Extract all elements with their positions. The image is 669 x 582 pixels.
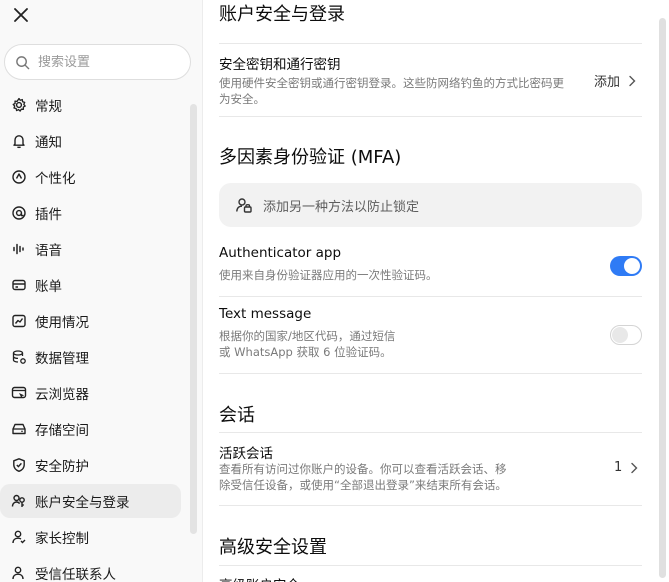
sidebar-item-label: 受信任联系人 [35, 567, 116, 582]
sidebar-item-label: 通知 [35, 135, 62, 151]
passkey-desc-line2: 为安全。 [219, 92, 265, 106]
contact-icon [10, 564, 28, 582]
shield-icon [10, 456, 28, 474]
authenticator-app-title: Authenticator app [219, 245, 342, 261]
search-box[interactable] [4, 44, 191, 80]
close-button[interactable] [10, 4, 32, 26]
close-icon [14, 8, 28, 22]
active-sessions-title: 活跃会话 [219, 446, 273, 462]
toggle-knob [612, 327, 628, 343]
active-sessions-desc-line2: 除受信任设备，或使用“全部退出登录”来结束所有会话。 [219, 478, 507, 492]
sidebar-item-cloud-browser[interactable]: 云浏览器 [0, 376, 181, 410]
divider [219, 505, 642, 506]
divider [219, 432, 642, 433]
sidebar-item-label: 云浏览器 [35, 387, 89, 403]
sidebar-item-label: 语音 [35, 243, 62, 259]
plugin-icon [10, 204, 28, 222]
sidebar-item-data-controls[interactable]: 数据管理 [0, 340, 181, 374]
sidebar-item-label: 账单 [35, 279, 62, 295]
sidebar-item-label: 账户安全与登录 [35, 495, 130, 511]
voice-icon [10, 240, 28, 258]
active-sessions-desc-line1: 查看所有访问过你账户的设备。你可以查看活跃会话、移 [219, 462, 507, 476]
sidebar-item-parental-controls[interactable]: 家长控制 [0, 520, 181, 554]
add-mfa-method-label: 添加另一种方法以防止锁定 [263, 199, 420, 215]
divider [219, 116, 642, 117]
page-title: 账户安全与登录 [219, 4, 345, 25]
sidebar-item-storage[interactable]: 存储空间 [0, 412, 181, 446]
content-scrollbar[interactable] [659, 18, 666, 578]
mfa-section-title: 多因素身份验证 (MFA) [219, 147, 402, 168]
search-icon [16, 55, 30, 69]
sidebar-item-account-security[interactable]: 账户安全与登录 [0, 484, 181, 518]
users-icon [10, 492, 28, 510]
settings-content: 账户安全与登录 安全密钥和通行密钥 使用硬件安全密钥或通行密钥登录。这些防网络钓… [203, 0, 669, 582]
sidebar-item-notifications[interactable]: 通知 [0, 124, 181, 158]
sidebar-item-label: 常规 [35, 99, 62, 115]
sidebar-item-label: 存储空间 [35, 423, 89, 439]
text-message-desc-line1: 根据你的国家/地区代码，通过短信 [219, 329, 396, 343]
bell-icon [10, 132, 28, 150]
sidebar-item-usage[interactable]: 使用情况 [0, 304, 181, 338]
passkey-desc-line1: 使用硬件安全密钥或通行密钥登录。这些防网络钓鱼的方式比密码更 [219, 76, 564, 90]
add-passkey-label: 添加 [594, 75, 621, 90]
sidebar-item-general[interactable]: 常规 [0, 88, 181, 122]
sidebar-item-billing[interactable]: 账单 [0, 268, 181, 302]
sidebar-item-label: 使用情况 [35, 315, 89, 331]
search-input[interactable] [38, 54, 168, 70]
advanced-account-security-title[interactable]: 高级账户安全 [219, 574, 300, 582]
sidebar-item-label: 插件 [35, 207, 62, 223]
authenticator-app-desc: 使用来自身份验证器应用的一次性验证码。 [219, 268, 438, 282]
sidebar-item-label: 安全防护 [35, 459, 89, 475]
text-message-title: Text message [219, 306, 312, 322]
sidebar-item-security[interactable]: 安全防护 [0, 448, 181, 482]
active-sessions-count: 1 [614, 460, 623, 475]
add-mfa-method-button[interactable]: 添加另一种方法以防止锁定 [219, 183, 642, 227]
text-message-toggle[interactable] [610, 325, 642, 345]
person-icon [10, 528, 28, 546]
sidebar-item-voice[interactable]: 语音 [0, 232, 181, 266]
sidebar-item-trusted-contacts[interactable]: 受信任联系人 [0, 556, 181, 582]
settings-sidebar: 常规 通知 个性化 插件 语音 账单 使用情况 数据管理 云浏览器 存储空间 安… [0, 0, 203, 582]
divider [219, 43, 642, 44]
chevron-right-icon [629, 75, 636, 86]
divider [219, 373, 642, 374]
sidebar-item-label: 家长控制 [35, 531, 89, 547]
sidebar-item-label: 个性化 [35, 171, 76, 187]
card-icon [10, 276, 28, 294]
lock-person-icon [236, 198, 252, 213]
sidebar-item-label: 数据管理 [35, 351, 89, 367]
sidebar-item-plugins[interactable]: 插件 [0, 196, 181, 230]
chart-icon [10, 312, 28, 330]
sidebar-scrollbar[interactable] [190, 104, 197, 534]
authenticator-app-toggle[interactable] [610, 256, 642, 276]
data-icon [10, 348, 28, 366]
gear-icon [10, 96, 28, 114]
active-sessions-button[interactable]: 1 [614, 460, 638, 475]
passkey-title: 安全密钥和通行密钥 [219, 57, 341, 73]
sessions-section-title: 会话 [219, 405, 255, 426]
advanced-section-title: 高级安全设置 [219, 537, 327, 558]
add-passkey-button[interactable]: 添加 [594, 71, 636, 90]
cloud-browser-icon [10, 384, 28, 402]
storage-icon [10, 420, 28, 438]
sidebar-item-personalization[interactable]: 个性化 [0, 160, 181, 194]
divider [219, 296, 642, 297]
toggle-knob [624, 258, 640, 274]
text-message-desc-line2: 或 WhatsApp 获取 6 位验证码。 [219, 345, 392, 359]
chevron-right-icon [631, 462, 638, 473]
divider [219, 565, 642, 566]
personalize-icon [10, 168, 28, 186]
